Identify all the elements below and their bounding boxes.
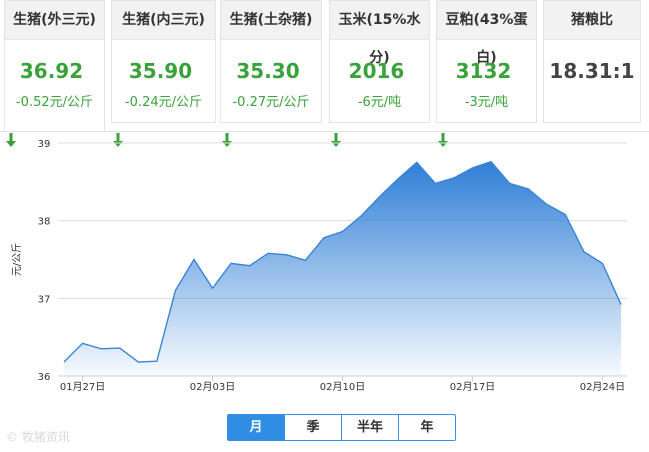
y-axis-label: 元/公斤	[11, 243, 23, 276]
data-point	[416, 161, 418, 163]
data-point	[286, 254, 288, 256]
card-price: 35.90	[128, 59, 193, 83]
data-point	[156, 360, 158, 362]
card-change: -6元/吨	[357, 95, 402, 110]
price-card-5[interactable]: 猪粮比 18.31:1	[543, 0, 641, 123]
x-tick-label: 02月24日	[580, 381, 625, 393]
watermark-text: © 牧猪资讯	[6, 430, 70, 444]
price-card-0[interactable]: 生猪(外三元) 36.92 -0.52元/公斤	[4, 0, 105, 147]
data-point	[397, 178, 399, 180]
price-cards: 生猪(外三元) 36.92 -0.52元/公斤 生猪(内三元) 35.90 -0.24元/…	[0, 0, 649, 147]
data-point	[82, 342, 84, 344]
card-price: 36.92	[19, 59, 84, 83]
tab-period-1[interactable]: 季	[284, 414, 342, 441]
data-point	[212, 287, 214, 289]
tab-period-3[interactable]: 年	[398, 414, 456, 441]
data-point	[230, 262, 232, 264]
card-title: 猪粮比	[544, 1, 640, 40]
card-price: 3132	[455, 59, 512, 83]
price-area-chart: 36 37 38 39 元/公斤 01月27日 02月03日 02月10日 02月17日 02月2…	[11, 139, 627, 393]
data-point	[601, 262, 603, 264]
tab-period-0[interactable]: 月	[227, 414, 285, 441]
data-point	[63, 361, 65, 363]
card-price-row: 3132	[437, 59, 536, 147]
card-price: 18.31:1	[549, 59, 635, 83]
data-point	[490, 161, 492, 163]
price-card-2[interactable]: 生猪(土杂猪) 35.30 -0.27元/公斤	[220, 0, 322, 147]
x-tick-label: 01月27日	[60, 381, 105, 393]
y-tick-label: 39	[38, 139, 51, 150]
data-point	[546, 203, 548, 205]
card-title: 豆粕(43%蛋白)	[437, 1, 536, 66]
y-tick-label: 37	[38, 294, 51, 305]
card-change: -0.52元/公斤	[15, 95, 94, 110]
data-point	[342, 231, 344, 233]
data-point	[509, 182, 511, 184]
data-point	[471, 167, 473, 169]
y-tick-label: 36	[38, 372, 51, 383]
data-point	[583, 251, 585, 253]
data-point	[100, 348, 102, 350]
card-title: 生猪(内三元)	[112, 1, 215, 40]
series-area	[64, 161, 621, 376]
price-card-3[interactable]: 玉米(15%水分) 2016 -6元/吨	[329, 0, 430, 147]
card-title: 生猪(外三元)	[5, 1, 104, 40]
x-tick-label: 02月03日	[190, 381, 235, 393]
card-change: -0.27元/公斤	[232, 95, 310, 110]
data-point	[434, 182, 436, 184]
data-point	[249, 265, 251, 267]
x-tick-label: 02月10日	[320, 381, 365, 393]
card-price: 35.30	[236, 59, 300, 83]
data-point	[137, 361, 139, 363]
card-title: 生猪(土杂猪)	[221, 1, 321, 40]
watermark: © 牧猪资讯	[6, 428, 70, 445]
card-price-row: 36.92	[5, 59, 104, 147]
x-tick-label: 02月17日	[450, 381, 495, 393]
data-point	[323, 237, 325, 239]
card-price-row: 35.30	[221, 59, 321, 147]
data-point	[360, 215, 362, 217]
price-card-4[interactable]: 豆粕(43%蛋白) 3132 -3元/吨	[436, 0, 537, 147]
price-card-1[interactable]: 生猪(内三元) 35.90 -0.24元/公斤	[111, 0, 216, 147]
data-point	[193, 259, 195, 261]
card-price: 2016	[348, 59, 405, 83]
data-point	[304, 259, 306, 261]
card-change: -0.24元/公斤	[124, 95, 203, 110]
period-tabs: 月季半年年	[227, 414, 456, 441]
card-price-row: 35.90	[112, 59, 215, 147]
data-point	[119, 347, 121, 349]
data-point	[379, 196, 381, 198]
tab-period-2[interactable]: 半年	[341, 414, 399, 441]
data-point	[174, 290, 176, 292]
data-point	[620, 304, 622, 306]
data-point	[453, 177, 455, 179]
card-price-row: 18.31:1	[544, 59, 640, 83]
data-point	[267, 252, 269, 254]
card-title: 玉米(15%水分)	[330, 1, 429, 66]
data-point	[527, 188, 529, 190]
card-change: -3元/吨	[464, 95, 509, 110]
y-tick-label: 38	[38, 217, 51, 228]
card-price-row: 2016	[330, 59, 429, 147]
data-point	[564, 213, 566, 215]
